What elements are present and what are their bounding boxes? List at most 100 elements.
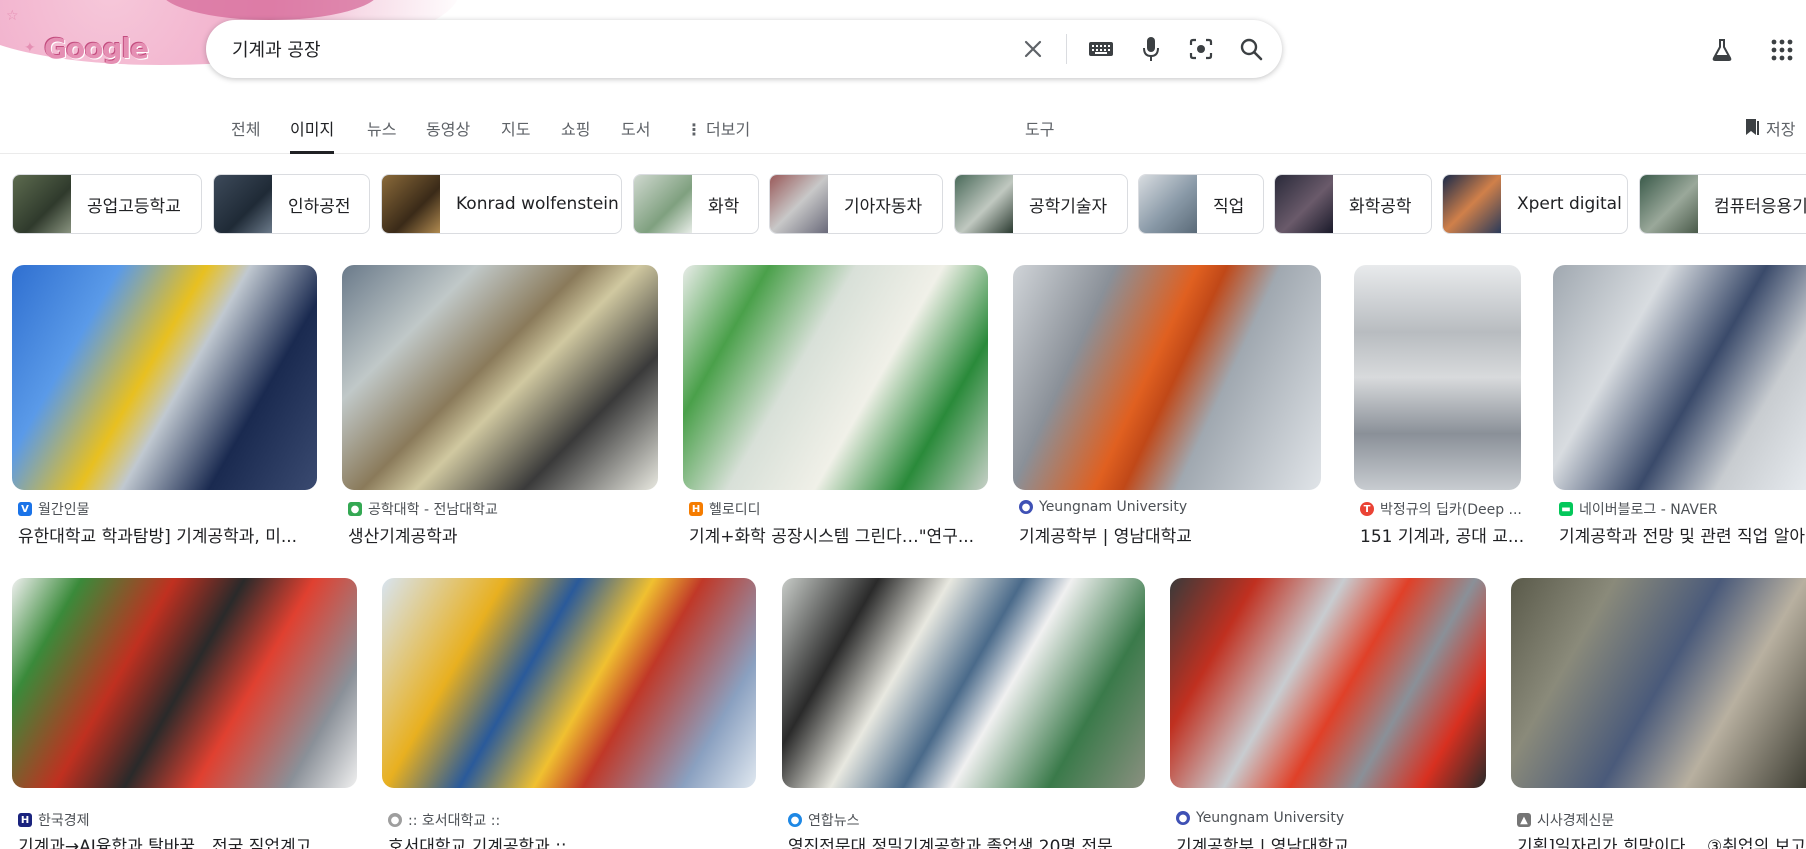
tab-news[interactable]: 뉴스: [367, 116, 396, 154]
tab-shopping[interactable]: 쇼핑: [561, 116, 590, 154]
chip-chemistry[interactable]: 화학: [633, 174, 759, 234]
image-result[interactable]: ● Yeungnam University 기계공학부 | 영남대학교: [1013, 265, 1323, 547]
result-thumbnail[interactable]: [683, 265, 988, 490]
chip-label: 공학기술자: [1029, 196, 1108, 217]
chip-industrial-high-school[interactable]: 공업고등학교: [12, 174, 202, 234]
clear-icon[interactable]: [1018, 34, 1048, 64]
result-thumbnail[interactable]: [342, 265, 658, 490]
tab-all[interactable]: 전체: [231, 116, 260, 154]
result-thumbnail[interactable]: [1170, 578, 1486, 788]
chip-label: 공업고등학교: [87, 196, 181, 217]
result-title[interactable]: 151 기계과, 공대 교...: [1360, 522, 1525, 547]
image-result[interactable]: ● 연합뉴스 영진전문대 정밀기계공학과 졸업생 20명 전문...: [782, 578, 1145, 849]
result-thumbnail[interactable]: [12, 578, 357, 788]
favicon-icon: V: [18, 502, 32, 516]
tab-images[interactable]: 이미지: [290, 116, 335, 154]
search-icon[interactable]: [1236, 34, 1266, 64]
chip-thumbnail: [1139, 175, 1197, 233]
result-title[interactable]: 유한대학교 학과탐방] 기계공학과, 미...: [18, 522, 318, 547]
image-result[interactable]: ● Yeungnam University 기계공학부 | 영남대학교: [1170, 578, 1486, 849]
search-input[interactable]: [232, 20, 992, 78]
image-result[interactable]: H 헬로디디 기계+화학 공장시스템 그린다…"연구...: [683, 265, 989, 547]
result-thumbnail[interactable]: [1553, 265, 1806, 490]
result-source[interactable]: H 헬로디디: [689, 499, 761, 519]
chip-engineering-technician[interactable]: 공학기술자: [954, 174, 1128, 234]
result-thumbnail[interactable]: [782, 578, 1145, 788]
chip-kia-motors[interactable]: 기아자동차: [769, 174, 943, 234]
more-dots-icon: ⋮: [686, 120, 702, 139]
labs-icon[interactable]: [1708, 36, 1736, 64]
image-result[interactable]: T 박정규의 딥카(Deep ... 151 기계과, 공대 교...: [1354, 265, 1524, 547]
result-source[interactable]: ● Yeungnam University: [1019, 499, 1187, 515]
result-title[interactable]: 기계공학부 | 영남대학교: [1019, 522, 1323, 547]
result-source[interactable]: ▬ 네이버블로그 - NAVER: [1559, 499, 1718, 519]
chip-chemical-engineering[interactable]: 화학공학: [1274, 174, 1432, 234]
tab-videos[interactable]: 동영상: [426, 116, 470, 154]
result-source[interactable]: ▲ 시사경제신문: [1517, 810, 1614, 830]
saved-button[interactable]: 저장: [1744, 116, 1795, 154]
result-thumbnail[interactable]: [1013, 265, 1321, 490]
image-result[interactable]: H 한국경제 기계과→AI융합과 탈바꿈…전국 직업계고 ...: [12, 578, 357, 849]
favicon-icon: ▲: [1517, 813, 1531, 827]
chip-label: 화학: [708, 196, 740, 217]
microphone-icon[interactable]: [1136, 34, 1166, 64]
result-title[interactable]: 기계공학과 전망 및 관련 직업 알아: [1559, 522, 1806, 547]
result-title[interactable]: 기계+화학 공장시스템 그린다…"연구...: [689, 522, 989, 547]
tab-more[interactable]: ⋮ 더보기: [686, 116, 750, 154]
result-thumbnail[interactable]: [382, 578, 756, 788]
chip-thumbnail: [634, 175, 692, 233]
result-title[interactable]: 영진전문대 정밀기계공학과 졸업생 20명 전문...: [788, 832, 1146, 849]
result-thumbnail[interactable]: [12, 265, 317, 490]
chip-thumbnail: [955, 175, 1013, 233]
star-icon: ☆: [6, 8, 19, 24]
chip-job[interactable]: 직업: [1138, 174, 1264, 234]
result-source[interactable]: ● 연합뉴스: [788, 810, 860, 830]
result-source[interactable]: ● 공학대학 - 전남대학교: [348, 499, 498, 519]
result-source[interactable]: H 한국경제: [18, 810, 90, 830]
chip-thumbnail: [1443, 175, 1501, 233]
result-source[interactable]: T 박정규의 딥카(Deep ...: [1360, 499, 1522, 519]
tab-maps[interactable]: 지도: [501, 116, 530, 154]
chip-label: 화학공학: [1349, 196, 1412, 217]
chip-thumbnail: [214, 175, 272, 233]
tab-books[interactable]: 도서: [621, 116, 650, 154]
image-result[interactable]: ● 공학대학 - 전남대학교 생산기계공학과: [342, 265, 658, 547]
apps-grid-icon[interactable]: [1768, 36, 1796, 64]
result-source[interactable]: ●:: 호서대학교 ::: [388, 810, 500, 830]
tab-more-label: 더보기: [706, 120, 751, 139]
result-title[interactable]: 생산기계공학과: [348, 522, 658, 547]
camera-search-icon[interactable]: [1186, 34, 1216, 64]
result-source[interactable]: V 월간인물: [18, 499, 90, 519]
chip-label: Xpert digital: [1517, 194, 1622, 214]
search-tabs: 전체 이미지 뉴스 동영상 지도 쇼핑 도서 ⋮ 더보기 도구 저장: [0, 112, 1806, 154]
star-icon: ✦: [24, 40, 36, 56]
favicon-icon: T: [1360, 502, 1374, 516]
search-divider: [1066, 34, 1067, 64]
chip-inha-tech[interactable]: 인하공전: [213, 174, 370, 234]
favicon-icon: ●: [348, 502, 362, 516]
favicon-icon: H: [18, 813, 32, 827]
result-title[interactable]: 기획]일자리가 희망이다... ③취업의 보고: [1517, 832, 1806, 849]
chip-xpert-digital[interactable]: Xpert digital: [1442, 174, 1628, 234]
favicon-icon: ●: [388, 813, 402, 827]
result-title[interactable]: 기계과→AI융합과 탈바꿈…전국 직업계고 ...: [18, 832, 358, 849]
google-logo[interactable]: Google: [44, 32, 149, 65]
result-thumbnail[interactable]: [1354, 265, 1521, 490]
result-title[interactable]: 기계공학부 | 영남대학교: [1176, 832, 1488, 849]
image-result[interactable]: ▲ 시사경제신문 기획]일자리가 희망이다... ③취업의 보고: [1511, 578, 1806, 849]
chip-label: 직업: [1213, 196, 1245, 217]
chip-label: 컴퓨터응용기: [1714, 196, 1806, 217]
favicon-icon: ●: [1019, 500, 1033, 514]
tools-button[interactable]: 도구: [1025, 116, 1054, 154]
chip-konrad-wolfenstein[interactable]: Konrad wolfenstein: [381, 174, 622, 234]
image-result[interactable]: V 월간인물 유한대학교 학과탐방] 기계공학과, 미...: [12, 265, 318, 547]
result-thumbnail[interactable]: [1511, 578, 1806, 788]
chip-computer-applied[interactable]: 컴퓨터응용기: [1639, 174, 1806, 234]
keyboard-icon[interactable]: [1086, 34, 1116, 64]
favicon-icon: ▬: [1559, 502, 1573, 516]
result-title[interactable]: 호서대학교 기계공학과 ::: [388, 832, 758, 849]
image-result[interactable]: ●:: 호서대학교 :: 호서대학교 기계공학과 ::: [382, 578, 756, 849]
result-source[interactable]: ● Yeungnam University: [1176, 810, 1344, 826]
image-result[interactable]: ▬ 네이버블로그 - NAVER 기계공학과 전망 및 관련 직업 알아: [1553, 265, 1806, 547]
favicon-icon: H: [689, 502, 703, 516]
